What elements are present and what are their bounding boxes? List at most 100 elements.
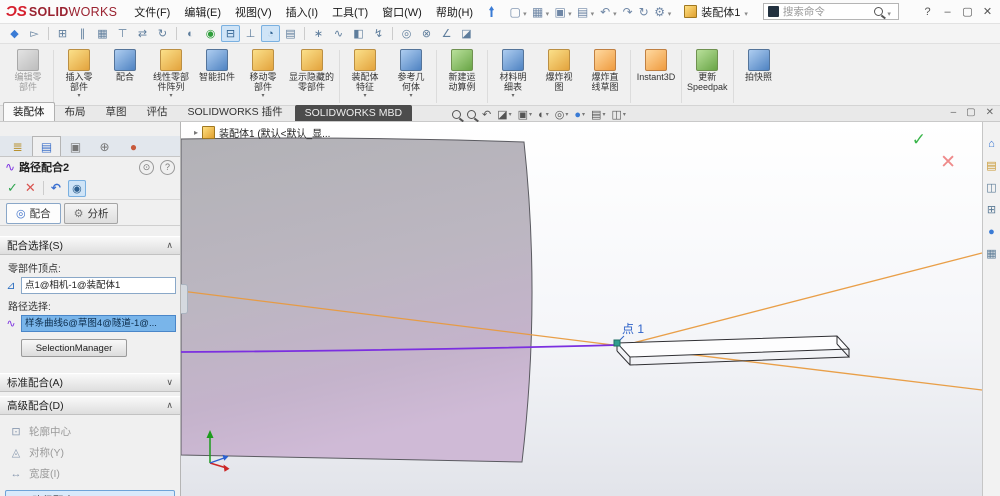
select-icon[interactable]: ▻ (25, 25, 44, 42)
minimize-button[interactable]: – (941, 6, 954, 18)
view-settings-icon[interactable]: ◫ ▾ (611, 108, 625, 122)
hide-show-items-icon[interactable]: ◎ ▾ (555, 108, 569, 122)
document-restore-button[interactable]: ▢ (966, 107, 975, 118)
tab-assembly[interactable]: 装配体 (3, 102, 55, 121)
help-button[interactable]: ? (921, 6, 934, 18)
tunnel-surface[interactable] (181, 137, 533, 463)
insert-component-icon[interactable]: ⊞ (53, 25, 72, 42)
external-reference-icon[interactable]: ◉ (201, 25, 220, 42)
linear-component-pattern-button[interactable]: 线性零部 件阵列 ▾ (148, 48, 194, 100)
keep-visible-pin-icon[interactable]: ⊙ (139, 159, 154, 175)
display-style-icon[interactable]: ◐ ▾ (538, 108, 549, 122)
chevron-up-icon[interactable]: ∧ (166, 400, 173, 411)
profile-center-mate-button[interactable]: ⊡ 轮廓中心 (0, 421, 180, 442)
chevron-up-icon[interactable]: ∧ (166, 240, 173, 251)
section-view-icon[interactable]: ◪ (457, 25, 476, 42)
view-orientation-icon[interactable]: ▣ ▾ (518, 108, 532, 122)
vertex-point[interactable] (613, 339, 621, 347)
assembly-features-button[interactable]: 装配体 特征 ▾ (342, 48, 388, 100)
ok-button[interactable]: ✓ (7, 180, 18, 196)
chevron-down-icon[interactable]: ▾ (668, 10, 672, 18)
help-icon[interactable]: ? (160, 159, 175, 175)
feature-tree-flyout[interactable]: ▸ 装配体1 (默认<默认_显... (194, 125, 330, 140)
move-component-icon[interactable]: ⇄ (133, 25, 152, 42)
undo-icon[interactable]: ↶ (597, 3, 613, 20)
dimxpert-manager-tab[interactable]: ⊕ (90, 136, 119, 156)
zoom-area-icon[interactable] (467, 110, 476, 119)
new-document-icon[interactable]: ▢ (507, 3, 523, 20)
reference-geometry-icon[interactable]: ⊥ (241, 25, 260, 42)
chevron-down-icon[interactable]: ∨ (166, 377, 173, 388)
featuremanager-tab[interactable]: ≣ (3, 136, 32, 156)
instant3d-icon[interactable]: ◧ (349, 25, 368, 42)
menu-tools[interactable]: 工具(T) (325, 4, 375, 20)
explode-line-sketch-icon[interactable]: ∿ (329, 25, 348, 42)
tab-evaluate[interactable]: 评估 (137, 102, 178, 121)
camera-box-top-face[interactable] (615, 335, 851, 358)
tab-addins[interactable]: SOLIDWORKS 插件 (178, 102, 293, 121)
zoom-fit-icon[interactable] (452, 110, 461, 119)
symmetric-mate-button[interactable]: ◬ 对称(Y) (0, 442, 180, 463)
chevron-down-icon[interactable]: ▾ (546, 10, 550, 18)
save-icon[interactable]: ▣ (552, 3, 568, 20)
update-speedpak-button[interactable]: 更新 Speedpak (684, 48, 731, 100)
panel-splitter-handle[interactable] (181, 284, 188, 314)
apply-scene-icon[interactable]: ▤ ▾ (591, 108, 605, 122)
bill-of-materials-button[interactable]: 材料明 细表 ▾ (490, 48, 536, 100)
close-button[interactable]: ✕ (981, 5, 994, 18)
insert-components-button[interactable]: 插入零 部件 ▾ (56, 48, 102, 100)
smart-fastener-icon[interactable]: ⊤ (113, 25, 132, 42)
document-close-button[interactable]: ✕ (986, 107, 994, 118)
tab-layout[interactable]: 布局 (55, 102, 96, 121)
standard-mates-header[interactable]: 标准配合(A) ∨ (0, 373, 180, 392)
menu-pin-icon[interactable] (486, 5, 497, 18)
tab-sketch[interactable]: 草图 (96, 102, 137, 121)
chevron-down-icon[interactable]: ▾ (613, 10, 617, 18)
new-motion-study-button[interactable]: 新建运 动算例 (439, 48, 485, 100)
flyout-arrow-icon[interactable]: ▸ (194, 128, 198, 137)
explode-line-sketch-button[interactable]: 爆炸直 线草图 (582, 48, 628, 100)
pin-icon[interactable]: ◆ (5, 25, 24, 42)
command-search[interactable]: 搜索命令 ▾ (762, 3, 899, 20)
file-explorer-icon[interactable]: ◫ (986, 182, 996, 194)
mate-button[interactable]: 配合 (102, 48, 148, 90)
cancel-button[interactable]: ✕ (25, 180, 36, 196)
edit-component-button[interactable]: 编辑零 部件 (5, 48, 51, 100)
confirmation-cancel-button[interactable]: ✕ (940, 151, 956, 174)
design-library-icon[interactable]: ▤ (986, 160, 996, 172)
selection-manager-button[interactable]: SelectionManager (21, 339, 127, 357)
flyout-tree-label[interactable]: 装配体1 (默认<默认_显... (219, 125, 330, 140)
menu-window[interactable]: 窗口(W) (375, 4, 429, 20)
search-icon[interactable] (874, 7, 884, 16)
path-mate-button[interactable]: ∿ 路径配合(P) (5, 490, 175, 496)
exploded-view-icon[interactable]: ∗ (309, 25, 328, 42)
chevron-down-icon[interactable]: ▾ (568, 10, 572, 18)
configuration-manager-tab[interactable]: ▣ (61, 136, 90, 156)
previous-view-icon[interactable]: ↶ (482, 108, 491, 122)
exploded-view-button[interactable]: 爆炸视 图 (536, 48, 582, 100)
custom-properties-icon[interactable]: ▦ (986, 248, 996, 260)
chevron-down-icon[interactable]: ▾ (523, 10, 527, 18)
keep-visible-button[interactable]: ◉ (67, 179, 86, 197)
home-icon[interactable]: ⌂ (988, 138, 995, 150)
confirmation-ok-button[interactable]: ✓ (912, 130, 926, 150)
plane-edge-upper-right-icon[interactable] (620, 252, 982, 347)
search-input[interactable]: 搜索命令 (783, 4, 870, 19)
take-snapshot-button[interactable]: 拍快照 (736, 48, 782, 90)
width-mate-button[interactable]: ↔ 宽度(I) (0, 463, 180, 484)
view-palette-icon[interactable]: ⊞ (987, 204, 996, 216)
smart-fasteners-button[interactable]: 智能扣件 (194, 48, 240, 90)
point-label[interactable]: 点 1 (622, 322, 644, 336)
menu-help[interactable]: 帮助(H) (429, 4, 480, 20)
move-component-button[interactable]: 移动零 部件 ▾ (240, 48, 286, 100)
menu-view[interactable]: 视图(V) (228, 4, 279, 20)
mate-selections-header[interactable]: 配合选择(S) ∧ (0, 236, 180, 255)
interference-check-icon[interactable]: ⊗ (417, 25, 436, 42)
undo-button[interactable]: ↶ (51, 181, 61, 195)
mates-tab[interactable]: ◎ 配合 (6, 202, 61, 224)
redo-icon[interactable]: ↷ (620, 3, 636, 20)
menu-edit[interactable]: 编辑(E) (177, 4, 228, 20)
document-minimize-button[interactable]: – (951, 107, 957, 118)
measure-icon[interactable]: ∠ (437, 25, 456, 42)
path-selection-box[interactable]: 样条曲线6@草图4@隧道-1@... (21, 314, 176, 332)
